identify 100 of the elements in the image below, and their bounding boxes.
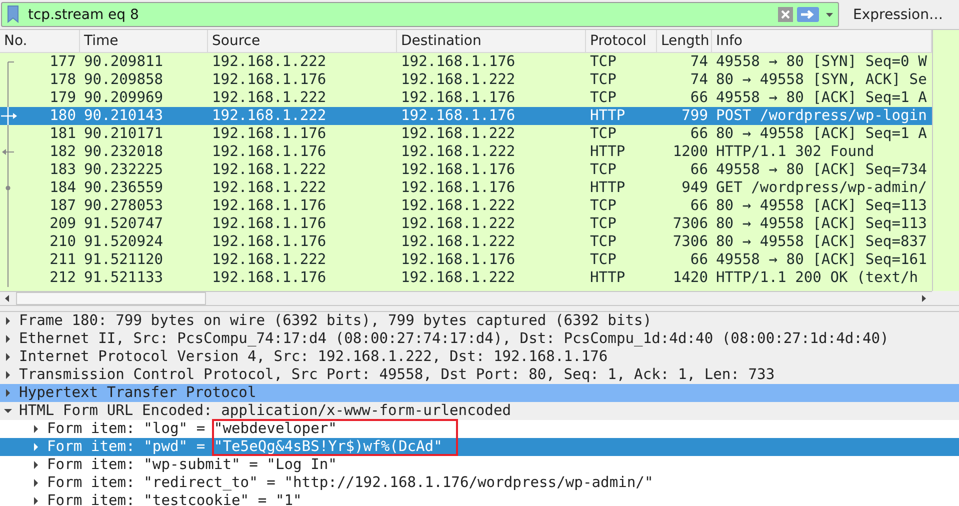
table-cell-text: GET /wordpress/wp-admin/ xyxy=(715,179,928,197)
table-cell-text: 192.168.1.222 xyxy=(211,251,328,269)
expander-icon[interactable] xyxy=(31,459,41,471)
horizontal-scrollbar[interactable] xyxy=(0,291,932,306)
table-cell-text: 80 → 49558 [SYN, ACK] Se xyxy=(715,71,928,89)
tree-row[interactable]: Form item: "redirect_to" = "http://192.168.1.176/wordpress/wp-admin/" xyxy=(0,474,959,492)
table-cell-text: TCP xyxy=(589,251,618,269)
table-cell-text: 192.168.1.222 xyxy=(211,107,328,125)
table-cell-text: 192.168.1.176 xyxy=(400,53,516,71)
table-cell-text: HTTP xyxy=(589,179,626,197)
table-cell-text: 211 xyxy=(48,251,77,269)
table-cell-text: 66 xyxy=(689,125,709,143)
table-cell-text: 90.209858 xyxy=(83,71,164,89)
column-header[interactable]: Time xyxy=(80,30,208,52)
table-cell-text: 91.520924 xyxy=(83,233,164,251)
column-header[interactable]: Length xyxy=(657,30,712,52)
table-cell-text: 192.168.1.176 xyxy=(400,161,516,179)
tree-row[interactable]: Hypertext Transfer Protocol xyxy=(0,384,959,402)
table-cell-text: 192.168.1.176 xyxy=(400,89,516,107)
table-cell-text: 949 xyxy=(680,179,709,197)
table-cell-text: 7306 xyxy=(672,215,709,233)
packet-map-scrollbar[interactable] xyxy=(932,30,959,291)
table-cell-text: HTTP xyxy=(589,269,626,287)
display-filter-field[interactable]: tcp.stream eq 8 xyxy=(1,2,839,27)
table-cell-text: 179 xyxy=(48,89,77,107)
table-cell-text: 90.209811 xyxy=(83,53,164,71)
tree-item-text: HTML Form URL Encoded: application/x-www-form-urlencoded xyxy=(19,402,512,420)
packet-row[interactable]: 211 91.521120 192.168.1.222 192.168.1.176 TCP 66 49558 → 80 [ACK] Seq=161 xyxy=(0,251,932,269)
caret-icon[interactable] xyxy=(826,13,833,17)
packet-row[interactable]: 183 90.232225 192.168.1.222 192.168.1.176 TCP 66 49558 → 80 [ACK] Seq=734 xyxy=(0,161,932,179)
table-cell-text: 192.168.1.176 xyxy=(400,107,516,125)
packet-row[interactable]: 178 90.209858 192.168.1.176 192.168.1.222 TCP 74 80 → 49558 [SYN, ACK] Se xyxy=(0,71,932,89)
expander-icon[interactable] xyxy=(3,315,13,327)
table-cell-text: 799 xyxy=(680,107,709,125)
expander-icon[interactable] xyxy=(3,387,13,399)
table-cell-text: 178 xyxy=(48,71,77,89)
table-cell-text: 90.210171 xyxy=(83,125,164,143)
table-cell-text: 192.168.1.176 xyxy=(211,269,328,287)
tree-item-text: Frame 180: 799 bytes on wire (6392 bits), 799 bytes captured (6392 bits) xyxy=(19,312,652,330)
tree-item-text: Hypertext Transfer Protocol xyxy=(19,384,256,402)
tree-row[interactable]: Internet Protocol Version 4, Src: 192.168.1.222, Dst: 192.168.1.176 xyxy=(0,348,959,366)
tree-row[interactable]: Frame 180: 799 bytes on wire (6392 bits), 799 bytes captured (6392 bits) xyxy=(0,312,959,330)
packet-row[interactable]: 187 90.278053 192.168.1.176 192.168.1.222 TCP 66 80 → 49558 [ACK] Seq=113 xyxy=(0,197,932,215)
table-cell-text: 210 xyxy=(48,233,77,251)
table-cell-text: TCP xyxy=(589,233,618,251)
column-header[interactable]: Source xyxy=(208,30,397,52)
packet-row[interactable]: 182 90.232018 192.168.1.176 192.168.1.222 HTTP 1200 HTTP/1.1 302 Found xyxy=(0,143,932,161)
expander-icon[interactable] xyxy=(31,477,41,489)
packet-row[interactable]: 209 91.520747 192.168.1.176 192.168.1.222 TCP 7306 80 → 49558 [ACK] Seq=113 xyxy=(0,215,932,233)
table-cell-text: 192.168.1.222 xyxy=(211,89,328,107)
bookmark-icon[interactable] xyxy=(7,5,19,23)
table-cell-text: TCP xyxy=(589,161,618,179)
column-header[interactable]: Protocol xyxy=(586,30,657,52)
tree-row[interactable]: Form item: "wp-submit" = "Log In" xyxy=(0,456,959,474)
tree-row[interactable]: HTML Form URL Encoded: application/x-www-form-urlencoded xyxy=(0,402,959,420)
expander-icon[interactable] xyxy=(3,333,13,345)
table-cell-text: 66 xyxy=(689,89,709,107)
expander-icon[interactable] xyxy=(31,423,41,435)
table-cell-text: 192.168.1.222 xyxy=(400,143,516,161)
tree-row[interactable]: Transmission Control Protocol, Src Port: 49558, Dst Port: 80, Seq: 1, Ack: 1, Len: 733 xyxy=(0,366,959,384)
tree-item-text: Internet Protocol Version 4, Src: 192.168.1.222, Dst: 192.168.1.176 xyxy=(19,348,608,366)
table-cell-text: 90.209969 xyxy=(83,89,164,107)
packet-row[interactable]: 212 91.521133 192.168.1.176 192.168.1.222 HTTP 1420 HTTP/1.1 200 OK (text/h xyxy=(0,269,932,287)
table-cell-text: 90.232018 xyxy=(83,143,164,161)
packet-row[interactable]: 184 90.236559 192.168.1.222 192.168.1.176 HTTP 949 GET /wordpress/wp-admin/ xyxy=(0,179,932,197)
table-cell-text: TCP xyxy=(589,215,618,233)
table-cell-text: 91.520747 xyxy=(83,215,164,233)
column-header[interactable]: No. xyxy=(0,30,80,52)
table-cell-text: 90.278053 xyxy=(83,197,164,215)
table-cell-text: 187 xyxy=(48,197,77,215)
packet-row[interactable]: 181 90.210171 192.168.1.176 192.168.1.222 TCP 66 80 → 49558 [ACK] Seq=1 A xyxy=(0,125,932,143)
packet-row[interactable]: 179 90.209969 192.168.1.222 192.168.1.176 TCP 66 49558 → 80 [ACK] Seq=1 A xyxy=(0,89,932,107)
table-cell-text: 80 → 49558 [ACK] Seq=113 xyxy=(715,197,928,215)
tree-row[interactable]: Form item: "pwd" = "Te5eQg&4sBS!Yr$)wf%(DcAd" xyxy=(0,438,959,456)
table-cell-text: 184 xyxy=(48,179,77,197)
tree-row[interactable]: Form item: "testcookie" = "1" xyxy=(0,492,959,506)
tree-item-text: Form item: "wp-submit" = "Log In" xyxy=(47,456,337,474)
table-cell-text: 192.168.1.222 xyxy=(211,179,328,197)
table-cell-text: TCP xyxy=(589,53,618,71)
expander-icon[interactable] xyxy=(3,351,13,363)
packet-row[interactable]: 177 90.209811 192.168.1.222 192.168.1.176 TCP 74 49558 → 80 [SYN] Seq=0 W xyxy=(0,53,932,71)
tree-row[interactable]: Form item: "log" = "webdeveloper" xyxy=(0,420,959,438)
packet-row[interactable]: 180 90.210143 192.168.1.222 192.168.1.176 HTTP 799 POST /wordpress/wp-login xyxy=(0,107,932,125)
table-cell-text: HTTP/1.1 200 OK (text/h xyxy=(715,269,920,287)
table-cell-text: 192.168.1.176 xyxy=(211,143,328,161)
table-cell-text: 180 xyxy=(48,107,77,125)
clear-icon[interactable] xyxy=(778,7,793,22)
table-cell-text: 1200 xyxy=(672,143,709,161)
table-cell-text: 90.236559 xyxy=(83,179,164,197)
table-cell-text: 66 xyxy=(689,251,709,269)
table-cell-text: 192.168.1.176 xyxy=(211,215,328,233)
column-header[interactable]: Destination xyxy=(397,30,586,52)
table-cell-text: 91.521133 xyxy=(83,269,164,287)
expander-icon[interactable] xyxy=(31,495,41,506)
table-cell-text: 192.168.1.222 xyxy=(211,53,328,71)
packet-row[interactable]: 210 91.520924 192.168.1.176 192.168.1.222 TCP 7306 80 → 49558 [ACK] Seq=837 xyxy=(0,233,932,251)
expander-icon[interactable] xyxy=(3,369,13,381)
table-cell-text: 80 → 49558 [ACK] Seq=1 A xyxy=(715,125,928,143)
tree-item-text: Form item: "testcookie" = "1" xyxy=(47,492,302,506)
table-cell-text: 192.168.1.222 xyxy=(400,125,516,143)
